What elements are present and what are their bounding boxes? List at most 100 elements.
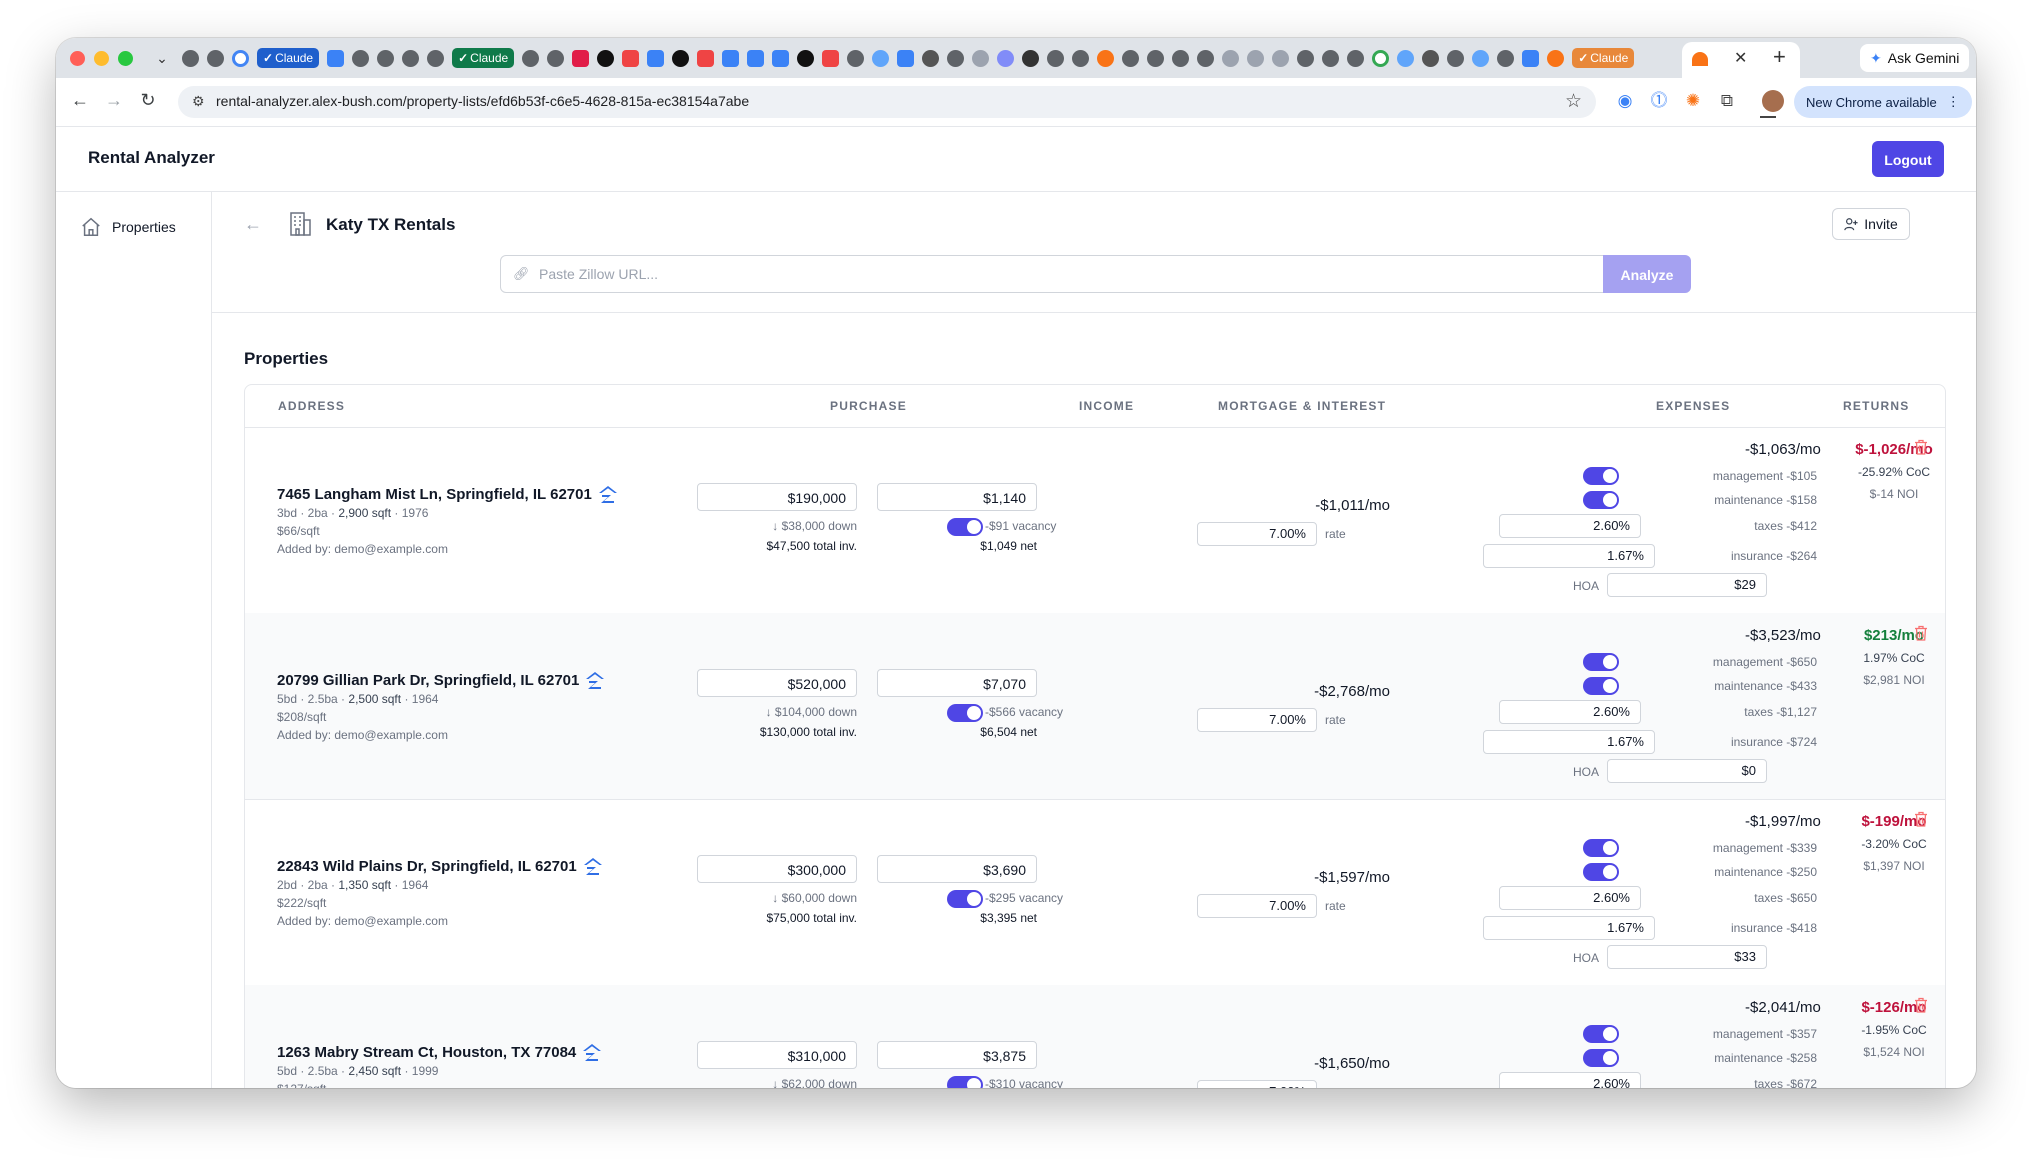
google-favicon-icon[interactable] <box>232 49 249 67</box>
tab-search-icon[interactable]: ⌄ <box>150 46 174 70</box>
ask-gemini-button[interactable]: ✦ Ask Gemini <box>1860 44 1970 72</box>
github-favicon-icon[interactable] <box>1172 49 1190 67</box>
delete-trash-icon[interactable] <box>1914 997 1928 1013</box>
d-favicon-icon[interactable] <box>597 49 615 67</box>
hoa-input[interactable]: $33 <box>1607 945 1767 969</box>
github-favicon-icon[interactable] <box>1122 49 1140 67</box>
zillow-link-icon[interactable] <box>583 856 603 876</box>
github-favicon-icon[interactable] <box>402 49 420 67</box>
site-settings-icon[interactable]: ⚙ <box>192 93 205 110</box>
interest-rate-input[interactable]: 7.00% <box>1197 522 1317 546</box>
address-bar[interactable]: ⚙ rental-analyzer.alex-bush.com/property… <box>178 86 1596 118</box>
zillow-url-field[interactable]: 🔗︎ <box>500 255 1606 293</box>
zillow-link-icon[interactable] <box>598 484 618 504</box>
appstore-favicon-icon[interactable] <box>747 49 765 67</box>
github-favicon-icon[interactable] <box>427 49 445 67</box>
globe-favicon-icon[interactable] <box>1222 49 1240 67</box>
property-address[interactable]: 22843 Wild Plains Dr, Springfield, IL 62… <box>277 856 603 876</box>
github-favicon-icon[interactable] <box>1297 49 1315 67</box>
target-favicon-icon[interactable] <box>1022 49 1040 67</box>
vacancy-toggle[interactable] <box>947 1076 983 1088</box>
zillow-favicon-icon[interactable] <box>1522 49 1540 67</box>
extensions-puzzle-icon[interactable]: ⧉ <box>1716 90 1738 112</box>
insurance-rate-input[interactable]: 1.67% <box>1483 544 1655 568</box>
delete-trash-icon[interactable] <box>1914 811 1928 827</box>
vacancy-toggle[interactable] <box>947 890 983 908</box>
gemini-favicon-icon[interactable] <box>1397 49 1415 67</box>
maintenance-toggle[interactable] <box>1583 677 1619 695</box>
management-toggle[interactable] <box>1583 653 1619 671</box>
interest-rate-input[interactable]: 7.00% <box>1197 894 1317 918</box>
maximize-window-button[interactable] <box>118 51 133 66</box>
url-text[interactable]: rental-analyzer.alex-bush.com/property-l… <box>216 93 749 109</box>
tax-rate-input[interactable]: 2.60% <box>1499 886 1641 910</box>
github-favicon-icon[interactable] <box>1047 49 1065 67</box>
github-favicon-icon[interactable] <box>1497 49 1515 67</box>
tab-claude-1[interactable]: ✓ Claude <box>257 48 320 68</box>
maintenance-toggle[interactable] <box>1583 863 1619 881</box>
apple-favicon-icon[interactable] <box>1422 49 1440 67</box>
reload-icon[interactable]: ↻ <box>136 90 160 111</box>
sidebar-item-properties[interactable]: Properties <box>80 216 176 238</box>
tax-rate-input[interactable]: 2.60% <box>1499 1072 1641 1088</box>
google-favicon-icon[interactable] <box>1372 49 1390 67</box>
forward-icon[interactable]: → <box>102 90 126 111</box>
new-chrome-available-button[interactable]: New Chrome available ⋮ <box>1794 86 1972 118</box>
tax-rate-input[interactable]: 2.60% <box>1499 514 1641 538</box>
back-arrow-icon[interactable]: ← <box>244 214 262 235</box>
github-favicon-icon[interactable] <box>1147 49 1165 67</box>
youtube-favicon-icon[interactable] <box>822 49 840 67</box>
zillow-link-icon[interactable] <box>585 670 605 690</box>
rent-income-input[interactable]: $1,140 <box>877 483 1037 511</box>
rent-income-input[interactable]: $7,070 <box>877 669 1037 697</box>
management-toggle[interactable] <box>1583 1025 1619 1043</box>
apple-favicon-icon[interactable] <box>922 49 940 67</box>
purchase-price-input[interactable]: $300,000 <box>697 855 857 883</box>
app-favicon-icon[interactable] <box>327 49 345 67</box>
github-favicon-icon[interactable] <box>207 49 224 67</box>
rent-income-input[interactable]: $3,875 <box>877 1041 1037 1069</box>
management-toggle[interactable] <box>1583 839 1619 857</box>
github-favicon-icon[interactable] <box>1322 49 1340 67</box>
logout-button[interactable]: Logout <box>1872 141 1944 177</box>
github-favicon-icon[interactable] <box>522 49 540 67</box>
github-favicon-icon[interactable] <box>1072 49 1090 67</box>
github-favicon-icon[interactable] <box>1347 49 1365 67</box>
github-favicon-icon[interactable] <box>352 49 370 67</box>
appstore-favicon-icon[interactable] <box>722 49 740 67</box>
profile-avatar[interactable] <box>1762 90 1784 112</box>
github-favicon-icon[interactable] <box>547 49 565 67</box>
github-favicon-icon[interactable] <box>1447 49 1465 67</box>
close-window-button[interactable] <box>70 51 85 66</box>
youtube-favicon-icon[interactable] <box>622 49 640 67</box>
hoa-input[interactable]: $0 <box>1607 759 1767 783</box>
tab-claude-3[interactable]: ✓ Claude <box>1572 48 1635 68</box>
github-favicon-icon[interactable] <box>947 49 965 67</box>
invite-button[interactable]: Invite <box>1832 208 1910 240</box>
appstore-favicon-icon[interactable] <box>647 49 665 67</box>
delete-trash-icon[interactable] <box>1914 625 1928 641</box>
tab-claude-2[interactable]: ✓ Claude <box>452 48 515 68</box>
hoa-input[interactable]: $29 <box>1607 573 1767 597</box>
zillow-link-icon[interactable] <box>582 1042 602 1062</box>
vacancy-toggle[interactable] <box>947 518 983 536</box>
gemini-favicon-icon[interactable] <box>1472 49 1490 67</box>
property-address[interactable]: 7465 Langham Mist Ln, Springfield, IL 62… <box>277 484 618 504</box>
property-address[interactable]: 1263 Mabry Stream Ct, Houston, TX 77084 <box>277 1042 602 1062</box>
extension-password-icon[interactable]: ⓵ <box>1648 90 1670 112</box>
property-address[interactable]: 20799 Gillian Park Dr, Springfield, IL 6… <box>277 670 605 690</box>
globe-favicon-icon[interactable] <box>1272 49 1290 67</box>
cloudflare-favicon-icon[interactable] <box>1097 49 1115 67</box>
github-favicon-icon[interactable] <box>182 49 199 67</box>
appstore-favicon-icon[interactable] <box>772 49 790 67</box>
maintenance-toggle[interactable] <box>1583 1049 1619 1067</box>
extension-compass-icon[interactable]: ◉ <box>1614 90 1636 112</box>
github-favicon-icon[interactable] <box>847 49 865 67</box>
minimize-window-button[interactable] <box>94 51 109 66</box>
more-menu-icon[interactable]: ⋮ <box>1947 94 1960 110</box>
bookmark-star-icon[interactable]: ☆ <box>1565 90 1582 113</box>
vacancy-toggle[interactable] <box>947 704 983 722</box>
insurance-rate-input[interactable]: 1.67% <box>1483 916 1655 940</box>
spiral-favicon-icon[interactable] <box>997 49 1015 67</box>
management-toggle[interactable] <box>1583 467 1619 485</box>
